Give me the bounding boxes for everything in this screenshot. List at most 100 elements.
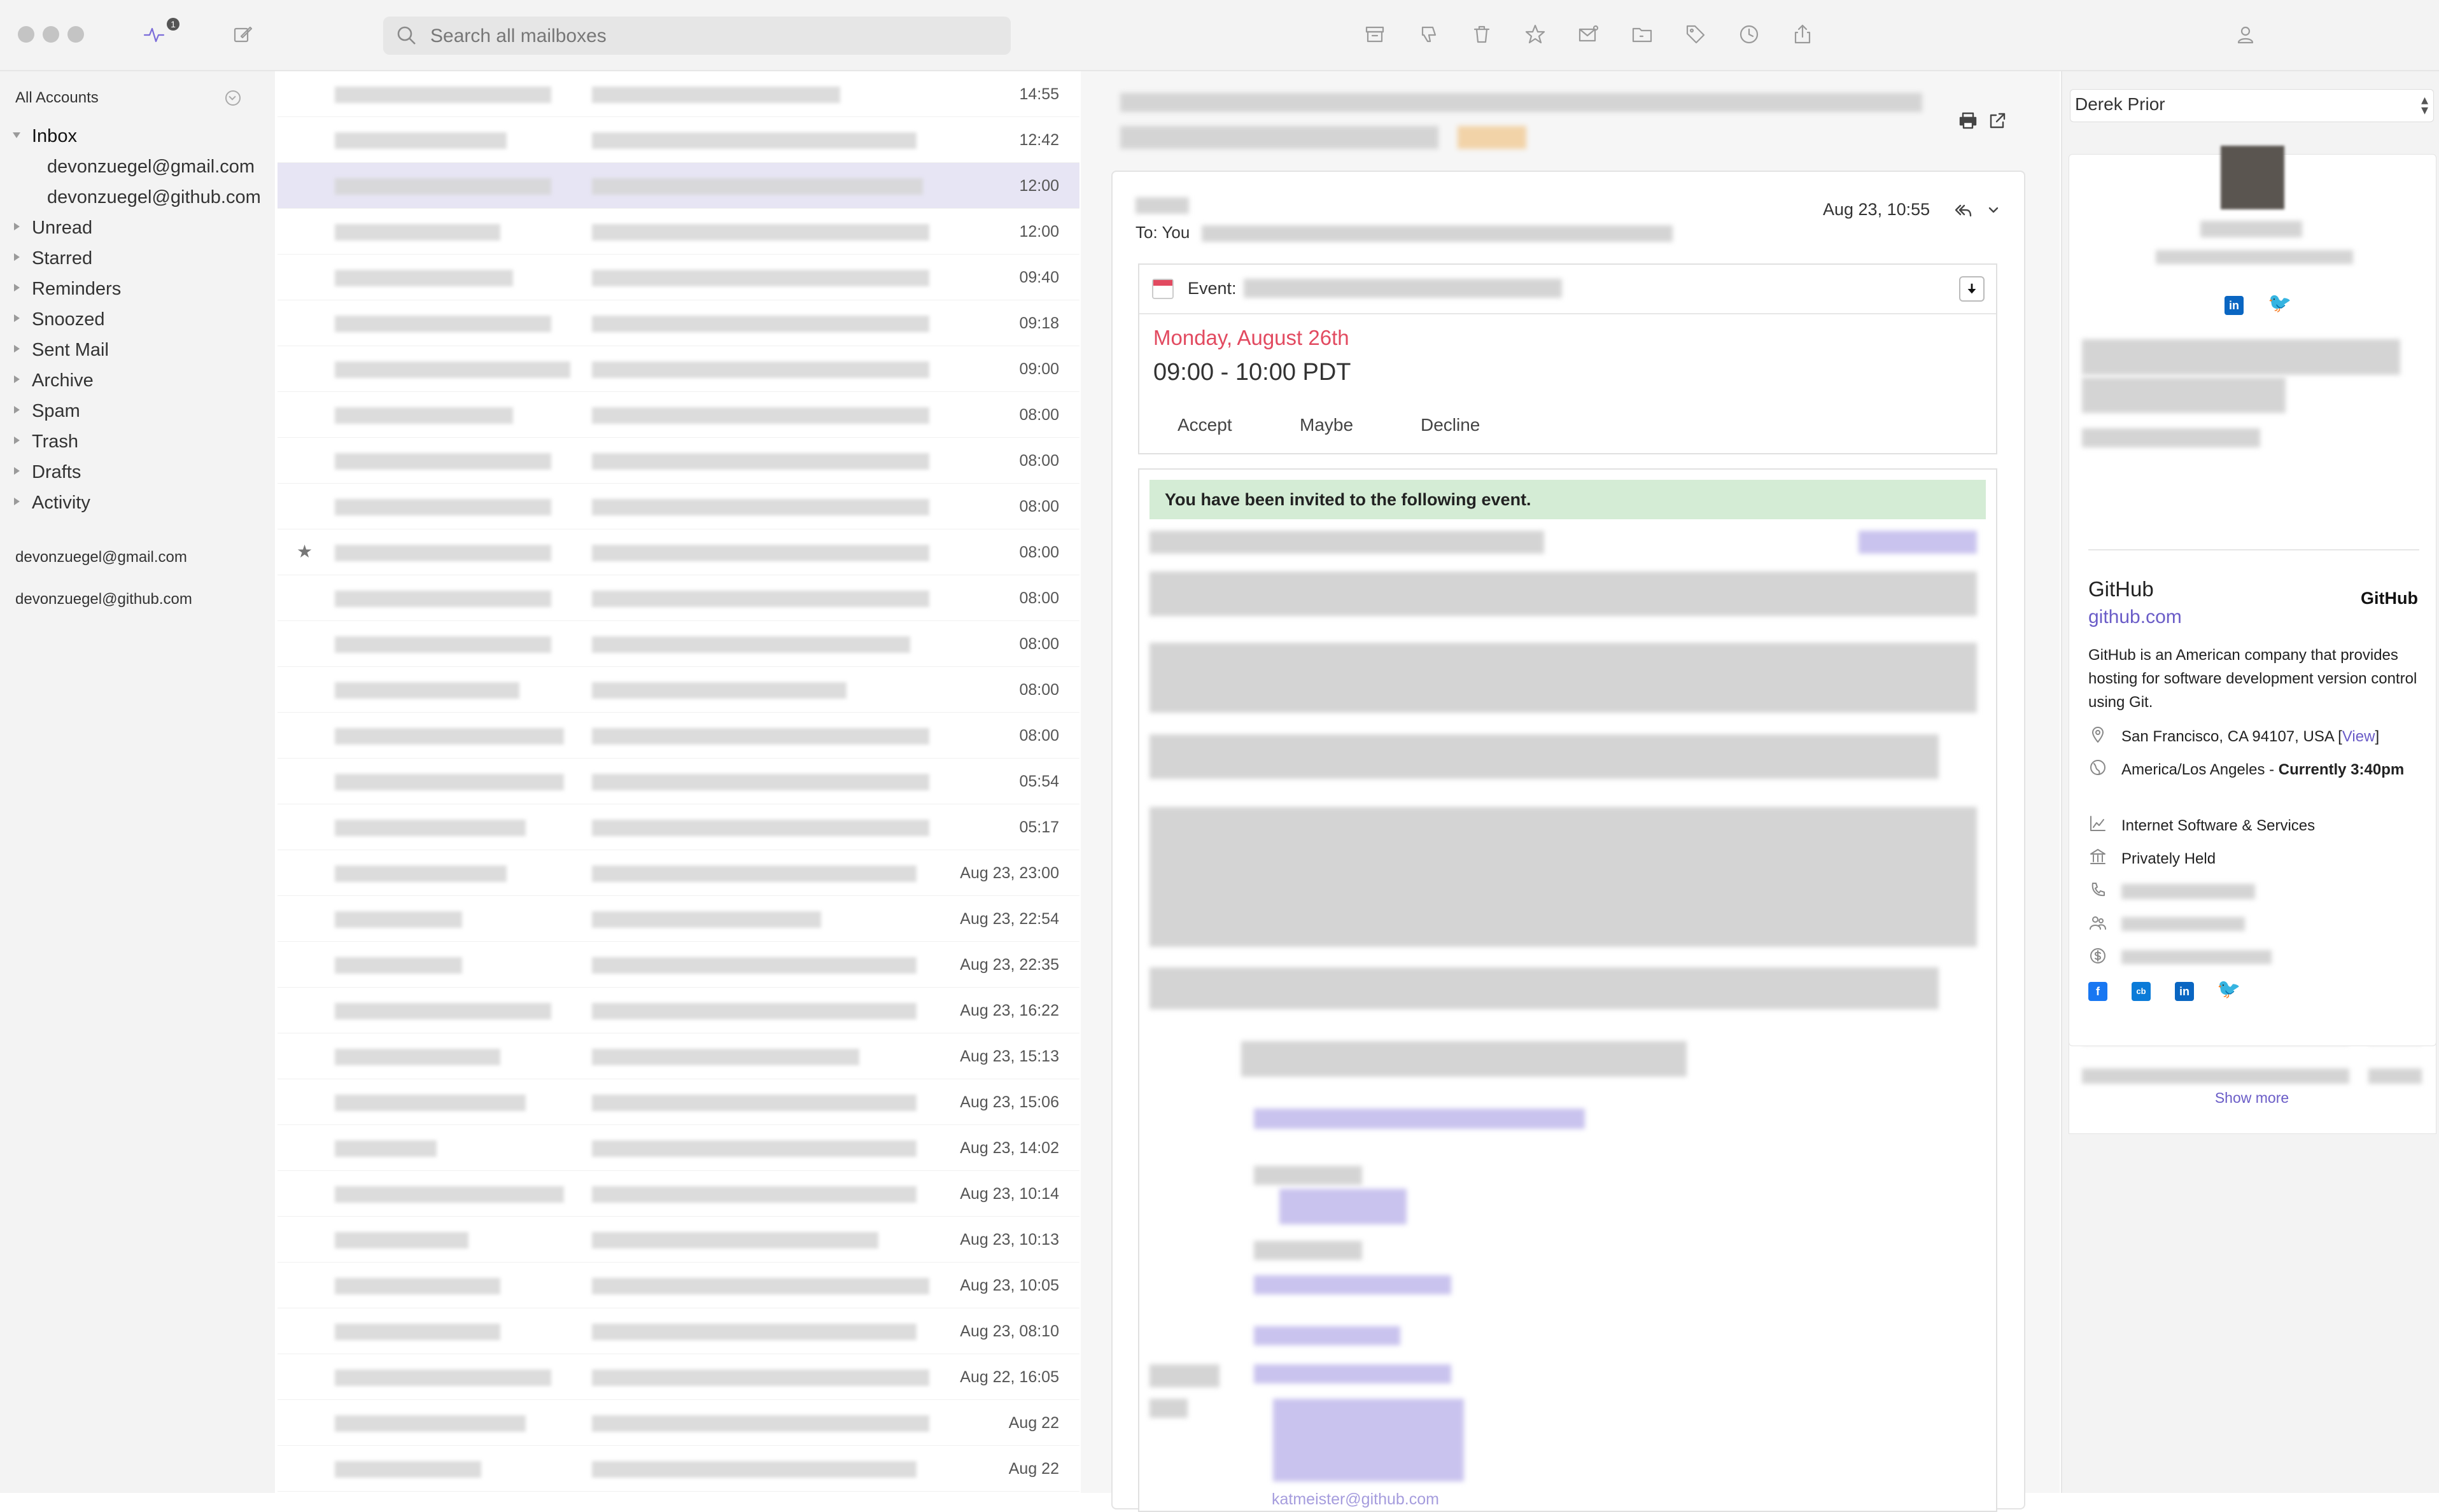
- sidebar-item-snoozed[interactable]: Snoozed: [0, 305, 275, 333]
- share-icon[interactable]: [1787, 19, 1818, 50]
- disclosure-icon[interactable]: [14, 406, 20, 414]
- message-time: 08:00: [1019, 635, 1059, 653]
- message-row[interactable]: 12:00: [278, 163, 1079, 209]
- archive-icon[interactable]: [1360, 19, 1390, 50]
- message-row[interactable]: Aug 23, 15:06: [278, 1079, 1079, 1125]
- sidebar-item-sent-mail[interactable]: Sent Mail: [0, 336, 275, 364]
- message-time: Aug 23, 15:06: [960, 1093, 1059, 1111]
- zoom-window-button[interactable]: [67, 26, 84, 43]
- message-row[interactable]: Aug 23, 10:13: [278, 1217, 1079, 1263]
- disclosure-icon[interactable]: [14, 253, 20, 261]
- crunchbase-icon[interactable]: cb: [2132, 982, 2151, 1001]
- message-row[interactable]: Aug 23, 14:02: [278, 1125, 1079, 1171]
- close-window-button[interactable]: [18, 26, 34, 43]
- message-row[interactable]: Aug 23, 10:05: [278, 1263, 1079, 1308]
- message-row[interactable]: Aug 23, 10:14: [278, 1171, 1079, 1217]
- disclosure-icon[interactable]: [14, 345, 20, 353]
- sidebar-item-starred[interactable]: Starred: [0, 244, 275, 272]
- sidebar-account-github[interactable]: devonzuegel@github.com: [0, 587, 275, 615]
- sidebar-item-inbox[interactable]: Inbox: [0, 122, 275, 150]
- message-row[interactable]: 08:00: [278, 575, 1079, 621]
- linkedin-icon[interactable]: in: [2175, 982, 2194, 1001]
- disclosure-icon[interactable]: [14, 223, 20, 230]
- message-row[interactable]: Aug 23, 22:54: [278, 896, 1079, 942]
- sidebar-item-activity[interactable]: Activity: [0, 489, 275, 517]
- sidebar-item-reminders[interactable]: Reminders: [0, 275, 275, 303]
- disclosure-icon[interactable]: [14, 375, 20, 383]
- message-row[interactable]: 05:54: [278, 759, 1079, 804]
- maybe-button[interactable]: Maybe: [1300, 415, 1353, 435]
- message-row[interactable]: 09:40: [278, 255, 1079, 300]
- open-external-icon[interactable]: [1985, 108, 2010, 134]
- print-icon[interactable]: [1955, 108, 1981, 134]
- minimize-window-button[interactable]: [43, 26, 59, 43]
- email-link[interactable]: katmeister@github.com: [1272, 1490, 1439, 1509]
- disclosure-icon[interactable]: [14, 498, 20, 505]
- sidebar-item-inbox-gmail[interactable]: devonzuegel@gmail.com: [0, 153, 275, 181]
- disclosure-icon[interactable]: [14, 284, 20, 291]
- sidebar-item-trash[interactable]: Trash: [0, 428, 275, 456]
- twitter-icon[interactable]: 🐦: [2217, 980, 2240, 1000]
- sidebar-item-archive[interactable]: Archive: [0, 367, 275, 395]
- mark-unread-icon[interactable]: [1573, 19, 1604, 50]
- disclosure-open-icon[interactable]: [13, 132, 20, 138]
- message-row[interactable]: 08:00: [278, 713, 1079, 759]
- search-input[interactable]: Search all mailboxes: [383, 17, 1011, 55]
- message-row[interactable]: 08:00: [278, 484, 1079, 529]
- disclosure-icon[interactable]: [14, 467, 20, 475]
- all-accounts-chevron-icon[interactable]: [225, 90, 241, 106]
- subject-redacted: [592, 178, 923, 195]
- message-row[interactable]: Aug 22: [278, 1400, 1079, 1446]
- accept-button[interactable]: Accept: [1177, 415, 1232, 435]
- compose-icon[interactable]: [228, 19, 258, 50]
- message-row[interactable]: ★ 08:00: [278, 529, 1079, 575]
- link-redacted: [1254, 1275, 1451, 1294]
- message-row[interactable]: 08:00: [278, 438, 1079, 484]
- activity-icon[interactable]: [139, 19, 169, 50]
- message-row[interactable]: 05:17: [278, 804, 1079, 850]
- message-row[interactable]: 08:00: [278, 667, 1079, 713]
- message-row[interactable]: 14:55: [278, 71, 1079, 117]
- message-row[interactable]: Aug 23, 16:22: [278, 988, 1079, 1033]
- view-map-link[interactable]: View: [2342, 728, 2375, 745]
- download-icon[interactable]: [1959, 276, 1985, 302]
- message-row[interactable]: Aug 23, 15:13: [278, 1033, 1079, 1079]
- contact-person-icon[interactable]: [2230, 19, 2261, 50]
- message-row[interactable]: Aug 23, 08:10: [278, 1308, 1079, 1354]
- star-icon[interactable]: [1520, 19, 1550, 50]
- disclosure-icon[interactable]: [14, 437, 20, 444]
- globe-icon: [2088, 758, 2107, 777]
- message-row[interactable]: 12:00: [278, 209, 1079, 255]
- chevron-down-icon[interactable]: [1981, 197, 2006, 223]
- message-row[interactable]: Aug 22, 16:05: [278, 1354, 1079, 1400]
- trash-icon[interactable]: [1466, 19, 1497, 50]
- subject-redacted: [592, 1369, 929, 1386]
- all-accounts-label[interactable]: All Accounts: [15, 89, 99, 107]
- message-row[interactable]: Aug 23, 22:35: [278, 942, 1079, 988]
- decline-button[interactable]: Decline: [1421, 415, 1480, 435]
- twitter-icon[interactable]: 🐦: [2268, 294, 2291, 314]
- move-folder-icon[interactable]: [1627, 19, 1657, 50]
- linkedin-icon[interactable]: in: [2225, 296, 2244, 315]
- show-more-link[interactable]: Show more: [2062, 1089, 2439, 1107]
- star-icon[interactable]: ★: [297, 541, 313, 562]
- message-row[interactable]: 09:18: [278, 300, 1079, 346]
- facebook-icon[interactable]: f: [2088, 982, 2107, 1001]
- thumbs-down-icon[interactable]: [1413, 19, 1444, 50]
- sidebar-item-drafts[interactable]: Drafts: [0, 458, 275, 486]
- company-link[interactable]: github.com: [2088, 606, 2182, 628]
- message-row[interactable]: 09:00: [278, 346, 1079, 392]
- sidebar-account-gmail[interactable]: devonzuegel@gmail.com: [0, 545, 275, 573]
- message-row[interactable]: Aug 22: [278, 1446, 1079, 1492]
- message-row[interactable]: 08:00: [278, 621, 1079, 667]
- message-row[interactable]: 12:42: [278, 117, 1079, 163]
- reply-all-icon[interactable]: [1950, 197, 1976, 223]
- snooze-clock-icon[interactable]: [1734, 19, 1764, 50]
- message-row[interactable]: 08:00: [278, 392, 1079, 438]
- tag-icon[interactable]: [1680, 19, 1711, 50]
- sidebar-item-unread[interactable]: Unread: [0, 214, 275, 242]
- disclosure-icon[interactable]: [14, 314, 20, 322]
- sidebar-item-spam[interactable]: Spam: [0, 397, 275, 425]
- message-row[interactable]: Aug 23, 23:00: [278, 850, 1079, 896]
- sidebar-item-inbox-github[interactable]: devonzuegel@github.com: [0, 183, 275, 211]
